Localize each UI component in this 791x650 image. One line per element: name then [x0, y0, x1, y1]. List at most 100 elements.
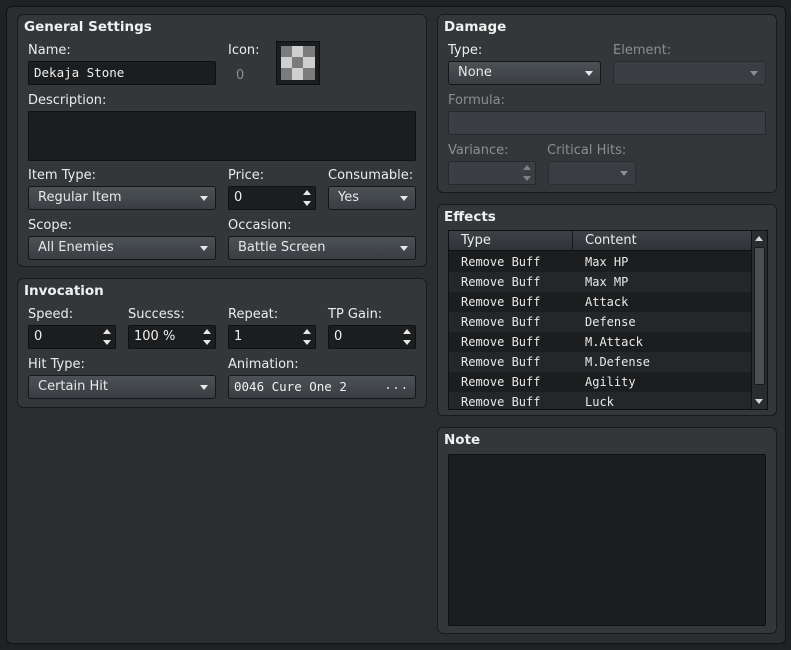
stepper-arrows-icon[interactable] — [523, 165, 531, 181]
effect-type: Remove Buff — [461, 275, 541, 289]
stepper-arrows-icon[interactable] — [303, 329, 311, 345]
scope-select[interactable]: All Enemies — [28, 236, 216, 260]
table-row[interactable]: Remove Buff Agility — [449, 372, 751, 392]
item-type-select[interactable]: Regular Item — [28, 186, 216, 210]
formula-input[interactable] — [448, 111, 766, 135]
chevron-down-icon — [200, 385, 208, 390]
chevron-down-icon — [750, 71, 758, 76]
hit-type-select[interactable]: Certain Hit — [28, 375, 216, 399]
effect-content: Max HP — [585, 255, 629, 269]
item-type-value: Regular Item — [38, 190, 122, 205]
table-row[interactable]: Remove Buff Max HP — [449, 252, 751, 272]
invocation-panel: Invocation Speed: 0 Success: 100 % Repea… — [17, 278, 427, 408]
invocation-title: Invocation — [24, 283, 104, 299]
damage-title: Damage — [444, 19, 507, 35]
occasion-value: Battle Screen — [238, 240, 326, 255]
effect-type: Remove Buff — [461, 255, 541, 269]
animation-label: Animation: — [228, 357, 299, 372]
tp-gain-label: TP Gain: — [328, 307, 383, 322]
column-header-type[interactable]: Type — [461, 233, 491, 248]
critical-hits-select[interactable] — [548, 161, 636, 185]
occasion-label: Occasion: — [228, 218, 292, 233]
table-row[interactable]: Remove Buff Luck — [449, 392, 751, 409]
consumable-value: Yes — [338, 190, 359, 205]
effect-content: Max MP — [585, 275, 629, 289]
effect-content: M.Attack — [585, 335, 643, 349]
chevron-down-icon — [620, 171, 628, 176]
table-row[interactable]: Remove Buff M.Defense — [449, 352, 751, 372]
damage-type-select[interactable]: None — [448, 61, 601, 85]
tp-gain-value: 0 — [334, 329, 343, 344]
effect-type: Remove Buff — [461, 315, 541, 329]
success-stepper[interactable]: 100 % — [128, 325, 216, 349]
consumable-select[interactable]: Yes — [328, 186, 416, 210]
table-row[interactable]: Remove Buff M.Attack — [449, 332, 751, 352]
table-row[interactable]: Remove Buff Max MP — [449, 272, 751, 292]
effects-scrollbar[interactable] — [751, 231, 767, 409]
checker-icon — [277, 42, 319, 84]
element-label: Element: — [613, 43, 672, 58]
hit-type-value: Certain Hit — [38, 379, 108, 394]
speed-value: 0 — [34, 329, 43, 344]
name-label: Name: — [28, 43, 71, 58]
animation-browse-button[interactable]: ... — [384, 378, 409, 392]
effect-content: Luck — [585, 395, 614, 409]
general-settings-title: General Settings — [24, 19, 152, 35]
animation-value: 0046 Cure One 2 — [234, 379, 347, 394]
scope-label: Scope: — [28, 218, 72, 233]
effect-content: Attack — [585, 295, 629, 309]
repeat-value: 1 — [234, 329, 243, 344]
price-value: 0 — [234, 190, 243, 205]
column-divider — [572, 231, 573, 251]
effects-table[interactable]: Type Content Remove Buff Max HP Remove B… — [448, 230, 768, 410]
scroll-down-icon[interactable] — [755, 399, 763, 404]
critical-hits-label: Critical Hits: — [547, 143, 627, 158]
note-title: Note — [444, 432, 481, 448]
stepper-arrows-icon[interactable] — [203, 329, 211, 345]
chevron-down-icon — [400, 196, 408, 201]
effects-panel: Effects Type Content Remove Buff Max HP … — [437, 204, 777, 416]
description-input[interactable] — [28, 111, 416, 161]
scroll-up-icon[interactable] — [755, 236, 763, 241]
chevron-down-icon — [200, 246, 208, 251]
tp-gain-stepper[interactable]: 0 — [328, 325, 416, 349]
table-row[interactable]: Remove Buff Defense — [449, 312, 751, 332]
hit-type-label: Hit Type: — [28, 357, 85, 372]
effect-content: Defense — [585, 315, 636, 329]
speed-stepper[interactable]: 0 — [28, 325, 116, 349]
icon-picker[interactable] — [276, 41, 320, 85]
element-select[interactable] — [613, 61, 766, 85]
effect-content: Agility — [585, 375, 636, 389]
effect-type: Remove Buff — [461, 395, 541, 409]
effects-title: Effects — [444, 209, 496, 225]
scope-value: All Enemies — [38, 240, 114, 255]
note-panel: Note — [437, 427, 777, 634]
effect-type: Remove Buff — [461, 375, 541, 389]
variance-stepper[interactable] — [448, 161, 536, 185]
table-row[interactable]: Remove Buff Attack — [449, 292, 751, 312]
stepper-arrows-icon[interactable] — [303, 190, 311, 206]
animation-field[interactable]: 0046 Cure One 2 ... — [228, 375, 416, 399]
scrollbar-thumb[interactable] — [754, 247, 765, 385]
item-type-label: Item Type: — [28, 168, 96, 183]
stepper-arrows-icon[interactable] — [403, 329, 411, 345]
damage-panel: Damage Type: None Element: Formula: Vari… — [437, 14, 777, 193]
chevron-down-icon — [585, 71, 593, 76]
price-stepper[interactable]: 0 — [228, 186, 316, 210]
effects-table-header: Type Content — [449, 231, 751, 251]
damage-type-label: Type: — [448, 43, 483, 58]
column-header-content[interactable]: Content — [585, 233, 637, 248]
stepper-arrows-icon[interactable] — [103, 329, 111, 345]
general-settings-panel: General Settings Name: Dekaja Stone Icon… — [17, 14, 427, 267]
note-textarea[interactable] — [448, 454, 766, 626]
name-input[interactable]: Dekaja Stone — [28, 61, 216, 85]
occasion-select[interactable]: Battle Screen — [228, 236, 416, 260]
icon-label: Icon: — [228, 43, 260, 58]
formula-label: Formula: — [448, 93, 505, 108]
success-label: Success: — [128, 307, 185, 322]
consumable-label: Consumable: — [328, 168, 414, 183]
effect-content: M.Defense — [585, 355, 651, 369]
effect-type: Remove Buff — [461, 355, 541, 369]
repeat-stepper[interactable]: 1 — [228, 325, 316, 349]
damage-type-value: None — [458, 65, 492, 80]
